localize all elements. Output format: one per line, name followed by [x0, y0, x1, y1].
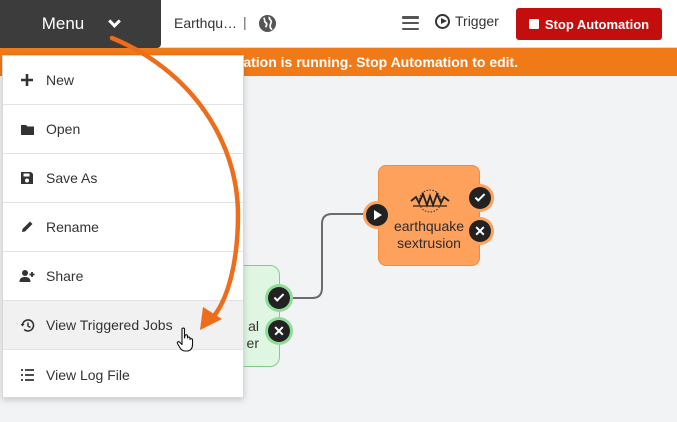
folder-icon [19, 121, 35, 137]
menu-label: Menu [41, 14, 85, 33]
title-separator: | [243, 14, 247, 30]
menu-item-open[interactable]: Open [3, 105, 243, 154]
success-port-icon[interactable] [268, 287, 290, 309]
floppy-disk-icon [19, 170, 35, 186]
workspace-node-earthquake[interactable]: earthquake sextrusion [378, 165, 480, 266]
plus-icon [19, 72, 35, 88]
pencil-icon [19, 219, 35, 235]
chevron-down-icon [108, 14, 122, 28]
earthquake-node-label: earthquake sextrusion [393, 218, 465, 251]
failure-port-icon[interactable]: ✕ [268, 320, 290, 342]
menu-item-label: Share [46, 268, 84, 284]
list-icon [19, 367, 35, 383]
stop-square-icon [528, 19, 539, 29]
menu-item-rename[interactable]: Rename [3, 203, 243, 252]
menu-item-new[interactable]: New [3, 56, 243, 105]
menu-item-label: View Log File [46, 366, 130, 383]
menu-item-label: Rename [46, 219, 99, 235]
input-port-icon[interactable] [366, 204, 388, 226]
menu-item-label: Open [46, 121, 81, 137]
earthquake-logo-icon [410, 189, 450, 213]
banner-text: Automation is running. Stop Automation t… [199, 54, 519, 70]
failure-port-icon[interactable]: ✕ [469, 220, 491, 242]
globe-icon[interactable] [258, 14, 277, 33]
main-menu-dropdown: New Open Save As Rename Share View Trigg… [2, 55, 244, 398]
hand-pointer-icon [176, 327, 194, 352]
menu-item-view-log-file[interactable]: View Log File [3, 350, 243, 399]
menu-item-view-triggered-jobs[interactable]: View Triggered Jobs [3, 301, 243, 350]
menu-item-share[interactable]: Share [3, 252, 243, 301]
hamburger-menu-icon[interactable] [402, 16, 419, 30]
history-icon [19, 317, 35, 333]
top-bar: Menu Earthqu… | Trigger Stop Automation [0, 0, 677, 48]
user-plus-icon [19, 268, 35, 284]
success-port-icon[interactable] [469, 187, 491, 209]
stop-automation-label: Stop Automation [544, 16, 650, 32]
play-circle-icon [435, 13, 450, 29]
trigger-label: Trigger [455, 13, 499, 29]
menu-button[interactable]: Menu [0, 0, 161, 48]
menu-item-save-as[interactable]: Save As [3, 154, 243, 203]
stop-automation-button[interactable]: Stop Automation [516, 8, 662, 40]
menu-item-label: Save As [46, 170, 98, 186]
menu-item-label: View Triggered Jobs [46, 317, 173, 333]
trigger-button[interactable]: Trigger [435, 13, 499, 29]
menu-item-label: New [46, 72, 75, 88]
document-title[interactable]: Earthqu… [174, 15, 237, 31]
